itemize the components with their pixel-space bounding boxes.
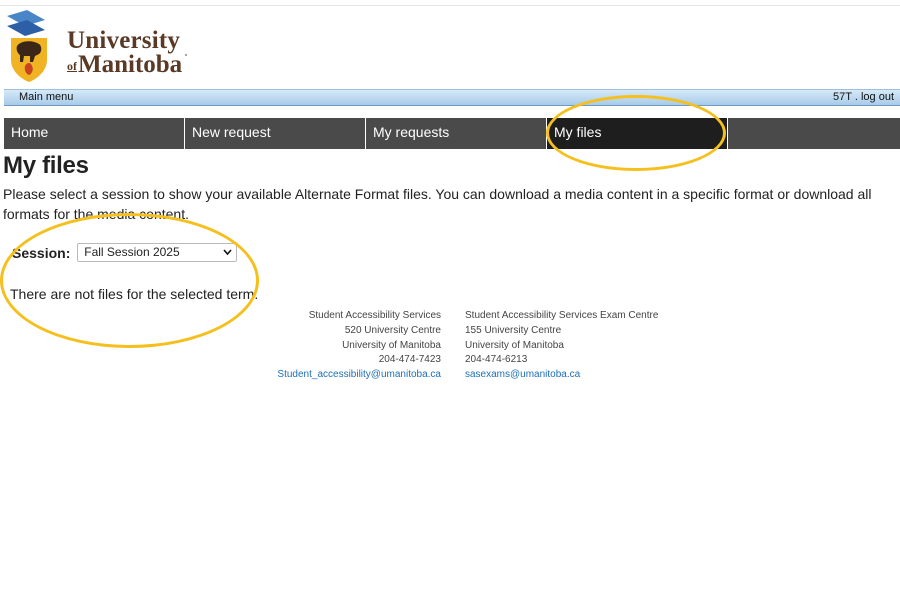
logo-manitoba: Manitoba: [78, 51, 183, 78]
bison-shield-icon: [7, 10, 47, 82]
logo-dot: [185, 54, 187, 56]
contact-name: Student Accessibility Services Exam Cent…: [465, 310, 659, 321]
tab-home[interactable]: Home: [4, 118, 185, 149]
contact-phone: 204-474-7423: [378, 354, 441, 366]
no-files-message: There are not files for the selected ter…: [10, 286, 259, 302]
tab-my-files[interactable]: My files: [547, 118, 728, 149]
contact-address: 155 University Centre: [465, 324, 562, 336]
session-label: Session:: [12, 244, 71, 261]
tab-my-requests[interactable]: My requests: [366, 118, 547, 149]
logo-of: of: [67, 59, 77, 73]
logout-link[interactable]: log out: [861, 91, 894, 103]
logo-wordmark: University ofManitoba: [67, 28, 182, 78]
logo-line-manitoba: ofManitoba: [67, 51, 183, 78]
intro-text: Please select a session to show your ava…: [3, 186, 872, 222]
contact-phone: 204-474-6213: [465, 354, 528, 366]
nav-filler: [728, 118, 900, 149]
user-id: 57T: [833, 91, 852, 103]
user-area: 57T . log out: [833, 90, 894, 105]
chevron-down-icon: [223, 244, 232, 267]
tab-new-request[interactable]: New request: [185, 118, 366, 149]
contact-sas: Student Accessibility Services 520 Unive…: [277, 309, 441, 383]
contact-sas-exam-centre: Student Accessibility Services Exam Cent…: [465, 309, 658, 383]
contact-org: University of Manitoba: [342, 339, 441, 351]
contact-name: Student Accessibility Services: [308, 310, 441, 321]
university-logo[interactable]: University ofManitoba: [5, 8, 187, 84]
contact-email-link[interactable]: Student_accessibility@umanitoba.ca: [277, 369, 441, 380]
session-select[interactable]: Fall Session 2025: [77, 243, 238, 262]
main-menu-bar: Main menu 57T . log out: [4, 89, 900, 106]
logo-line-university: University: [67, 27, 181, 54]
highlight-circle-no-files: [0, 213, 259, 348]
user-separator: .: [854, 91, 858, 103]
contact-email-link[interactable]: sasexams@umanitoba.ca: [465, 369, 580, 380]
contact-address: 520 University Centre: [344, 324, 441, 336]
session-selected-value: Fall Session 2025: [84, 245, 180, 259]
top-rule: [0, 5, 900, 6]
contact-org: University of Manitoba: [465, 339, 564, 351]
session-row: Session: Fall Session 2025: [12, 243, 238, 262]
main-menu-link[interactable]: Main menu: [19, 90, 73, 105]
primary-nav: Home New request My requests My files: [4, 118, 900, 149]
page-title: My files: [3, 152, 89, 179]
